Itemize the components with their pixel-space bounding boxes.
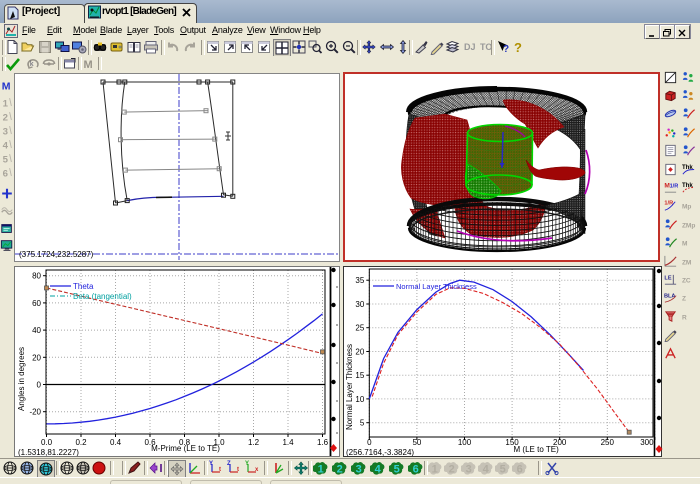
svg-text:1.2: 1.2 [248, 438, 260, 447]
svg-text:M-Prime (LE to TE): M-Prime (LE to TE) [151, 444, 220, 453]
svg-text:35: 35 [355, 276, 364, 285]
svg-text:20: 20 [32, 353, 41, 362]
svg-text:LE: LE [664, 276, 671, 282]
svg-text:0.4: 0.4 [110, 438, 122, 447]
svg-text:ZM: ZM [682, 259, 692, 266]
svg-text:Z: Z [682, 295, 686, 302]
svg-text:1.6: 1.6 [317, 438, 329, 447]
svg-text:Normal Layer Thickness: Normal Layer Thickness [396, 282, 477, 291]
svg-text:?: ? [514, 40, 522, 55]
svg-text:300: 300 [640, 438, 654, 447]
svg-text:Beta (tangential): Beta (tangential) [73, 292, 132, 301]
svg-text:Z: Z [227, 461, 231, 467]
svg-text:3: 3 [466, 464, 472, 476]
svg-text:2: 2 [449, 464, 455, 476]
svg-text:0.0: 0.0 [41, 438, 53, 447]
svg-text:(375.1724,232.5287): (375.1724,232.5287) [19, 250, 94, 259]
svg-text:x: x [255, 467, 259, 473]
svg-text:4: 4 [375, 464, 382, 476]
svg-text:Y: Y [209, 461, 213, 467]
svg-text:250: 250 [601, 438, 615, 447]
svg-text:20: 20 [355, 347, 364, 356]
svg-text:M: M [84, 59, 93, 71]
svg-text:1.4: 1.4 [282, 438, 294, 447]
svg-text:3: 3 [356, 464, 362, 476]
svg-text:1: 1 [3, 98, 9, 109]
svg-text:M (LE to TE): M (LE to TE) [514, 445, 560, 454]
svg-text:R: R [682, 314, 687, 321]
svg-text:1: 1 [318, 464, 324, 476]
svg-text:5: 5 [360, 419, 365, 428]
svg-text:1/R: 1/R [670, 184, 678, 190]
svg-text:15: 15 [355, 371, 364, 380]
svg-text:k: k [30, 61, 34, 68]
svg-text:6: 6 [3, 168, 8, 179]
svg-text:0: 0 [37, 381, 42, 390]
svg-text:5: 5 [3, 154, 9, 165]
svg-text:?: ? [503, 44, 509, 55]
svg-text:Angles in degrees: Angles in degrees [17, 347, 26, 411]
svg-text:10: 10 [355, 395, 364, 404]
svg-text:6: 6 [517, 464, 523, 476]
svg-text:(1.5318,81.2227): (1.5318,81.2227) [18, 448, 79, 456]
svg-text:50: 50 [412, 438, 421, 447]
svg-text:Y: Y [245, 461, 249, 467]
svg-text:40: 40 [32, 326, 41, 335]
svg-text:Mp: Mp [682, 203, 691, 210]
svg-text:Normal Layer Thickness: Normal Layer Thickness [345, 344, 354, 430]
svg-text:5: 5 [500, 464, 506, 476]
svg-text:0.2: 0.2 [75, 438, 87, 447]
svg-text:80: 80 [32, 272, 41, 281]
svg-text:ZMp: ZMp [682, 222, 695, 229]
svg-text:2: 2 [3, 112, 8, 123]
svg-text:(256.7164,-3.3824): (256.7164,-3.3824) [346, 448, 414, 456]
svg-text:DJ: DJ [464, 42, 476, 52]
svg-text:M: M [2, 80, 11, 92]
svg-text:t: t [219, 467, 221, 473]
svg-text:0: 0 [367, 438, 372, 447]
svg-text:100: 100 [458, 438, 472, 447]
svg-text:5: 5 [394, 464, 400, 476]
svg-text:ZC: ZC [682, 277, 691, 284]
svg-text:Theta: Theta [73, 282, 94, 291]
svg-text:t: t [237, 467, 239, 473]
svg-text:4: 4 [3, 140, 9, 151]
svg-text:1: 1 [432, 464, 438, 476]
svg-text:6: 6 [413, 464, 419, 476]
svg-text:-20: -20 [29, 408, 41, 417]
svg-text:M: M [682, 240, 688, 247]
svg-text:60: 60 [32, 299, 41, 308]
svg-text:3: 3 [3, 126, 8, 137]
svg-text:2: 2 [337, 464, 343, 476]
svg-text:25: 25 [355, 324, 364, 333]
svg-text:4: 4 [483, 464, 490, 476]
svg-text:30: 30 [355, 300, 364, 309]
